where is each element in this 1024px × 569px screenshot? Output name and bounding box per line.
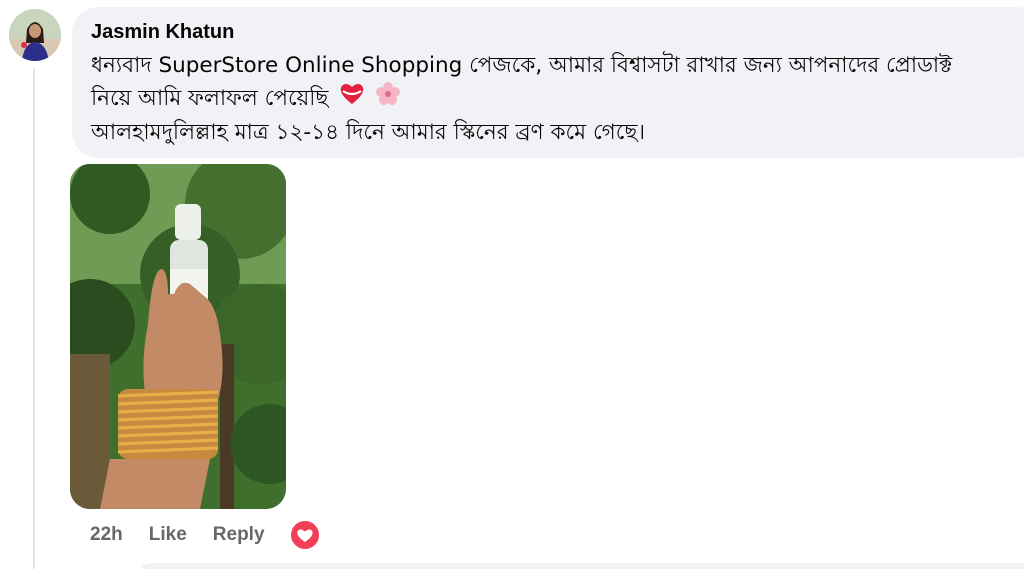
comment-author[interactable]: Jasmin Khatun (91, 20, 1024, 44)
comment-line-1: ধন্যবাদ SuperStore Online Shopping পেজকে… (91, 53, 953, 78)
comment-line-3: আলহামদুলিল্লাহ মাত্র ১২-১৪ দিনে আমার স্ক… (91, 120, 646, 145)
comment-photo[interactable] (70, 164, 286, 509)
comment-line-2: নিয়ে আমি ফলাফল পেয়েছি (91, 82, 1024, 116)
thread-line (33, 68, 35, 569)
love-reaction-icon[interactable] (288, 519, 321, 551)
product-photo-image (70, 164, 286, 509)
comment-timestamp[interactable]: 22h (90, 524, 123, 546)
avatar-image (9, 9, 61, 61)
comment-bubble: Jasmin Khatun ধন্যবাদ SuperStore Online … (72, 7, 1024, 158)
heart-ribbon-icon (339, 82, 365, 116)
next-comment-bubble (140, 563, 1024, 569)
like-button[interactable]: Like (149, 524, 187, 546)
cherry-blossom-icon (376, 82, 401, 116)
comment-text: ধন্যবাদ SuperStore Online Shopping পেজকে… (91, 49, 1024, 149)
reply-button[interactable]: Reply (213, 524, 265, 546)
comment-line-2-text: নিয়ে আমি ফলাফল পেয়েছি (91, 86, 329, 111)
comment-actions: 22h Like Reply (90, 519, 347, 551)
avatar[interactable] (9, 9, 61, 61)
